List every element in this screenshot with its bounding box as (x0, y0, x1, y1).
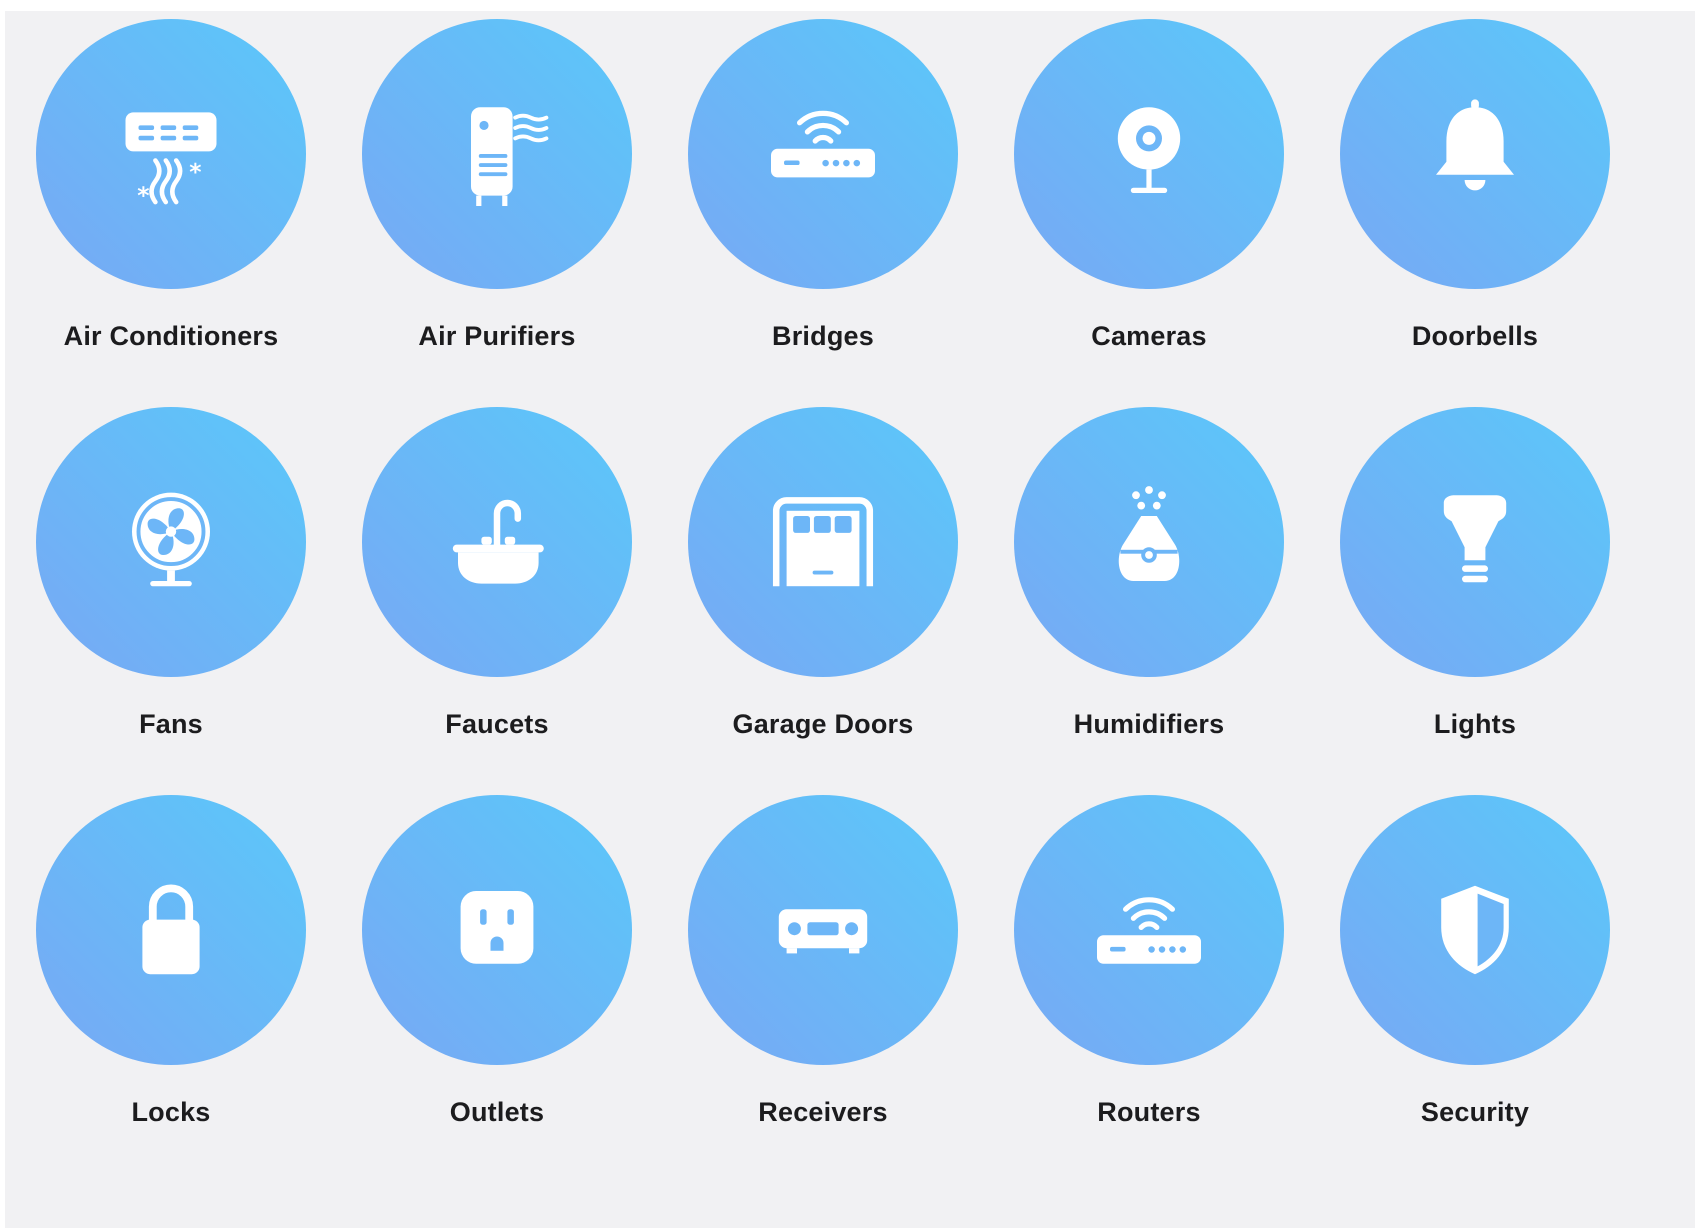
category-label: Outlets (449, 1097, 545, 1127)
category-doorbells[interactable]: Doorbells (1309, 11, 1610, 371)
category-label: Air Purifiers (418, 321, 576, 351)
category-label: Doorbells (1411, 321, 1539, 351)
accessory-category-page: * * Air Conditioners Air Purifiers Bridg… (5, 11, 1695, 1228)
category-circle (1014, 795, 1284, 1065)
category-label: Receivers (758, 1097, 888, 1127)
bridge-icon (771, 110, 875, 178)
category-circle (1014, 407, 1284, 677)
category-garage-doors[interactable]: Garage Doors (657, 399, 958, 759)
category-circle (1340, 795, 1610, 1065)
svg-text:*: * (137, 181, 149, 209)
faucet-icon (452, 499, 544, 584)
category-locks[interactable]: Locks (5, 787, 306, 1147)
category-circle (1340, 407, 1610, 677)
category-lights[interactable]: Lights (1309, 399, 1610, 759)
category-label: Locks (131, 1097, 211, 1127)
bell-icon (1436, 99, 1514, 191)
category-label: Humidifiers (1073, 709, 1225, 739)
category-grid: * * Air Conditioners Air Purifiers Bridg… (5, 11, 1695, 1228)
category-circle (36, 795, 306, 1065)
category-circle: * * (36, 19, 306, 289)
category-circle (688, 19, 958, 289)
category-label: Lights (1433, 709, 1517, 739)
category-air-purifiers[interactable]: Air Purifiers (331, 11, 632, 371)
category-label: Bridges (772, 321, 874, 351)
receiver-icon (778, 909, 868, 954)
shield-icon (1441, 885, 1509, 975)
category-label: Air Conditioners (63, 321, 279, 351)
fan-icon (132, 492, 210, 587)
router-icon (1097, 897, 1201, 964)
lightbulb-icon (1443, 495, 1507, 583)
category-humidifiers[interactable]: Humidifiers (983, 399, 1284, 759)
category-label: Faucets (445, 709, 549, 739)
outlet-icon (460, 891, 534, 964)
category-circle (688, 407, 958, 677)
category-label: Routers (1097, 1097, 1201, 1127)
category-circle (36, 407, 306, 677)
category-circle (362, 19, 632, 289)
category-routers[interactable]: Routers (983, 787, 1284, 1147)
category-label: Security (1420, 1097, 1530, 1127)
category-label: Fans (139, 709, 203, 739)
lock-icon (142, 884, 200, 975)
category-faucets[interactable]: Faucets (331, 399, 632, 759)
category-circle (1340, 19, 1610, 289)
humidifier-icon (1118, 486, 1180, 581)
camera-icon (1117, 107, 1181, 193)
garage-door-icon (772, 497, 874, 587)
category-cameras[interactable]: Cameras (983, 11, 1284, 371)
air-purifier-icon (471, 107, 549, 206)
category-label: Garage Doors (732, 709, 914, 739)
category-circle (1014, 19, 1284, 289)
category-circle (362, 407, 632, 677)
svg-text:*: * (189, 158, 201, 186)
category-receivers[interactable]: Receivers (657, 787, 958, 1147)
category-fans[interactable]: Fans (5, 399, 306, 759)
category-circle (362, 795, 632, 1065)
category-label: Cameras (1091, 321, 1207, 351)
category-circle (688, 795, 958, 1065)
category-air-conditioners[interactable]: * * Air Conditioners (5, 11, 306, 371)
category-outlets[interactable]: Outlets (331, 787, 632, 1147)
air-conditioner-icon: * * (125, 112, 217, 209)
category-bridges[interactable]: Bridges (657, 11, 958, 371)
category-security[interactable]: Security (1309, 787, 1610, 1147)
